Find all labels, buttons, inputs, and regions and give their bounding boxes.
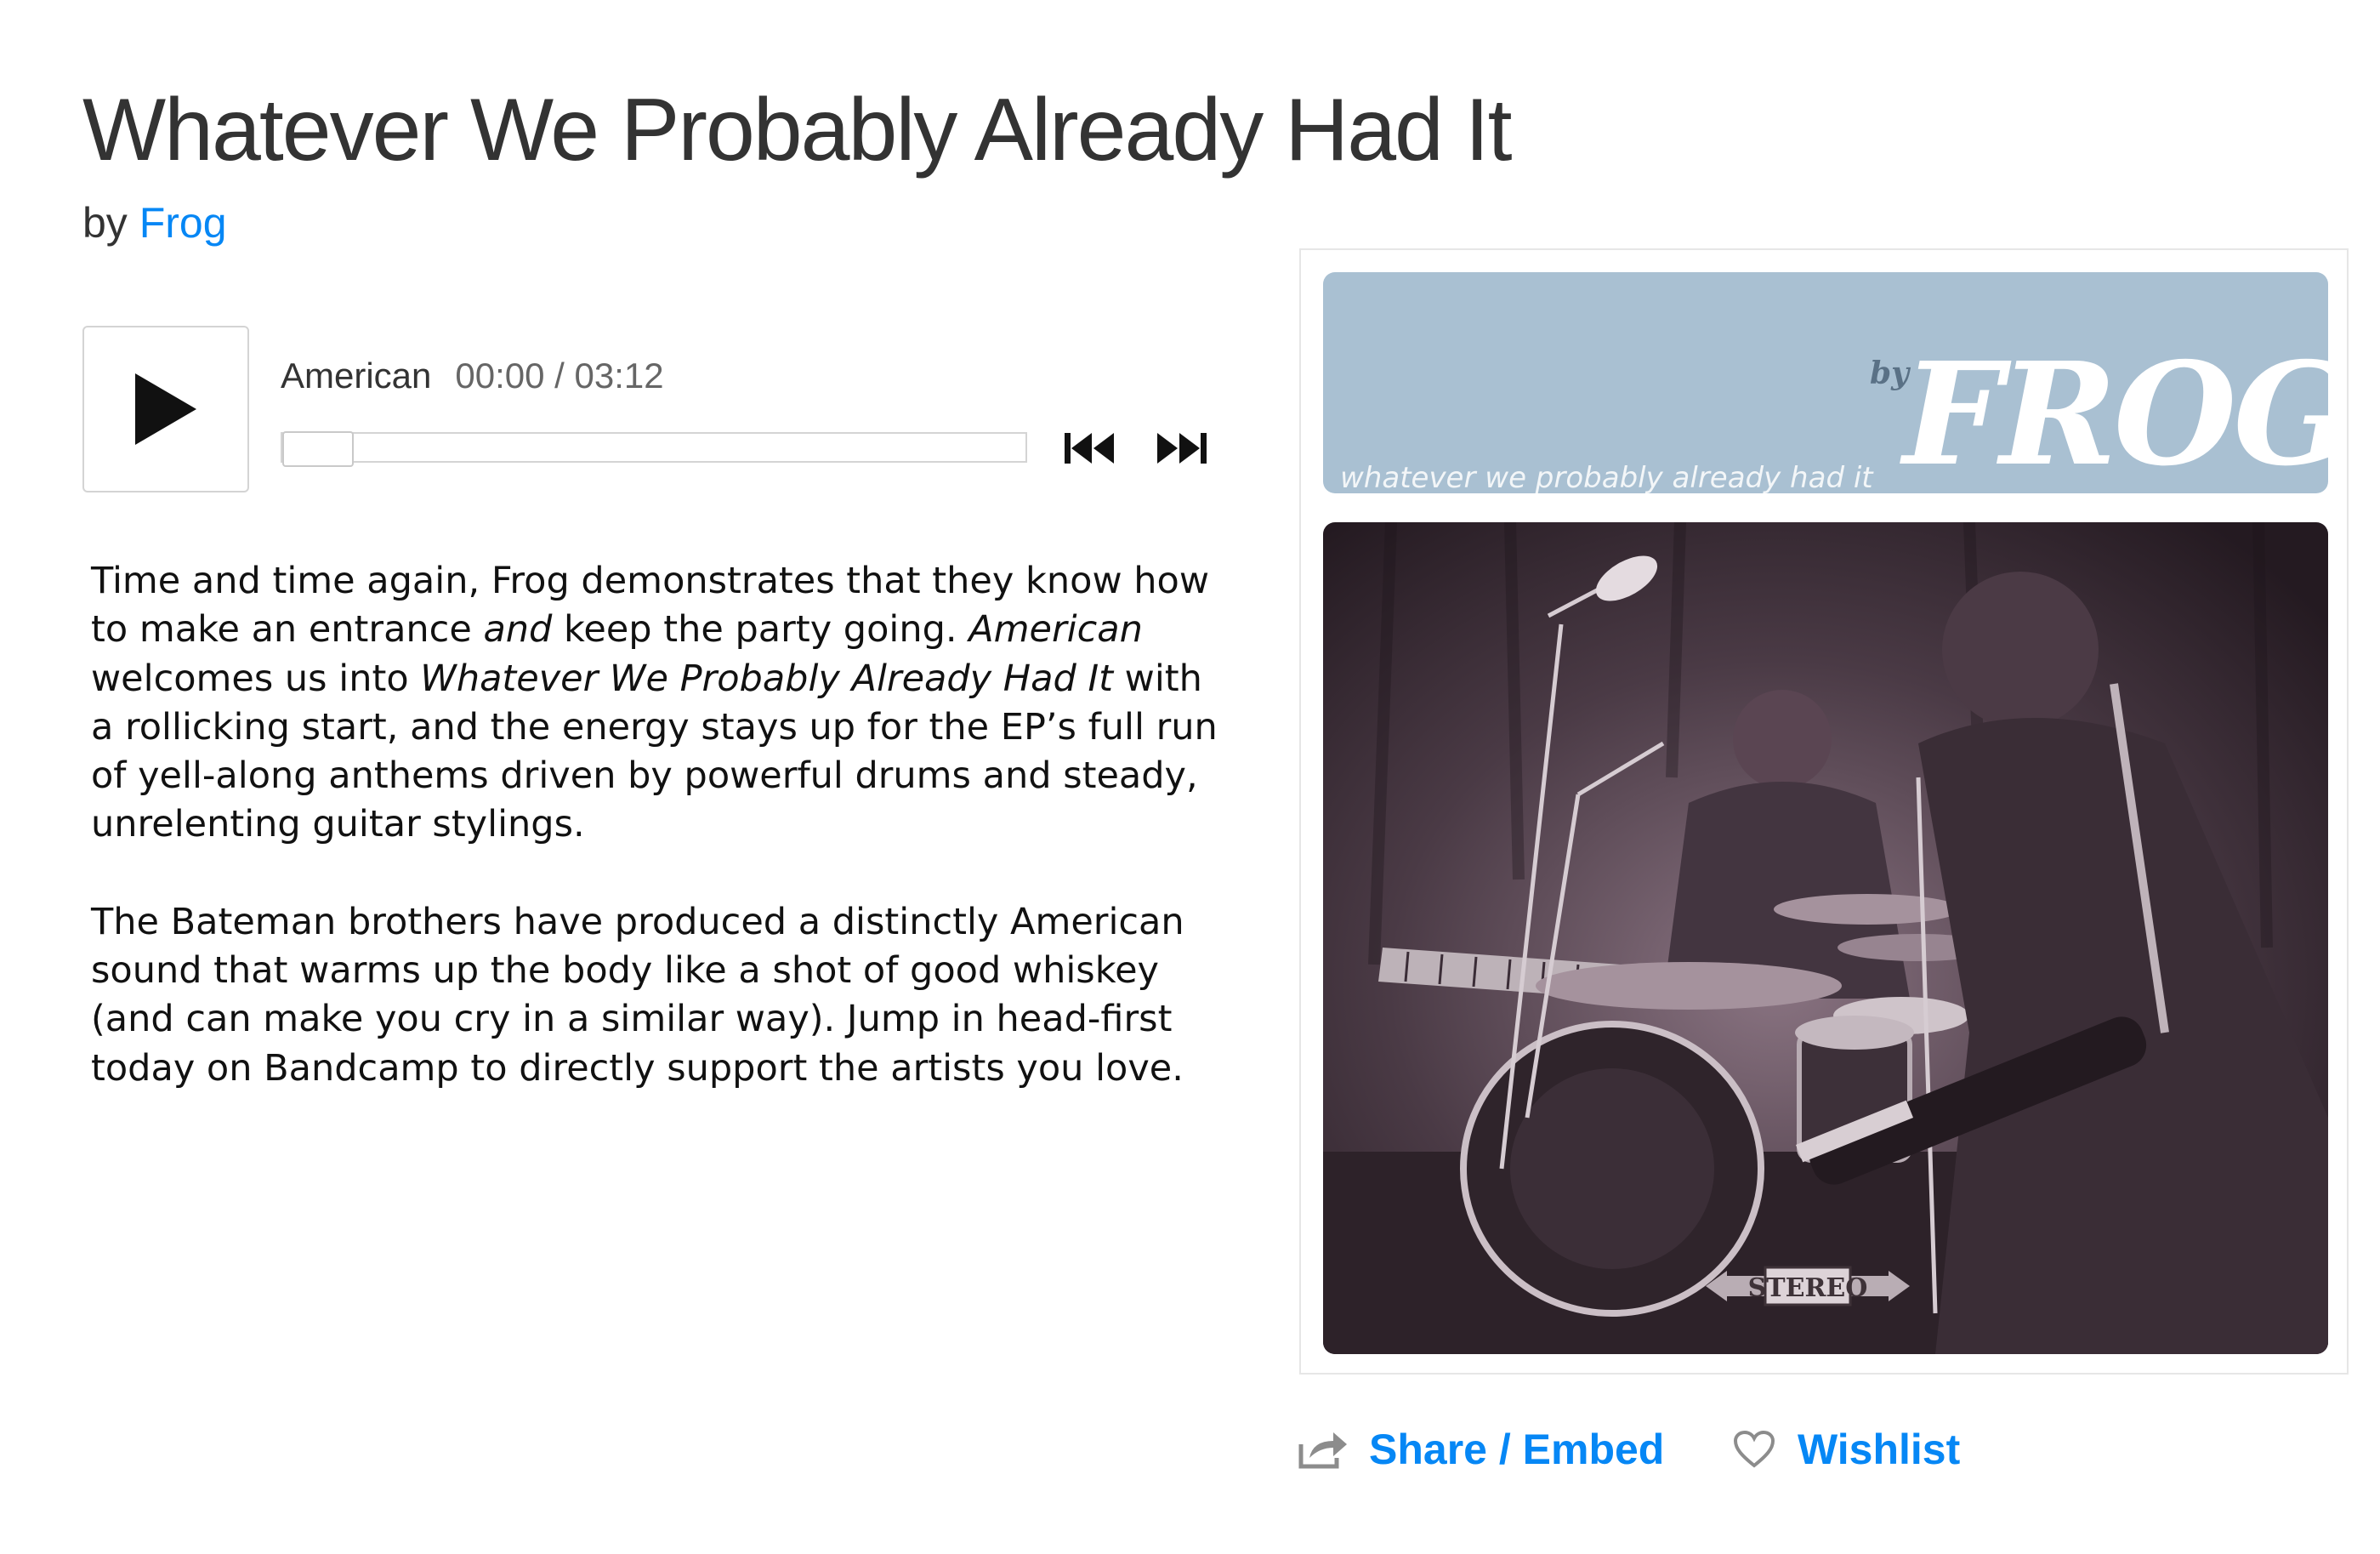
track-time: 00:00 / 03:12 [455,356,664,396]
next-track-button[interactable] [1154,430,1208,466]
album-art[interactable]: whatever we probably already had it by F… [1299,248,2349,1375]
cover-photo: STEREO [1323,522,2328,1354]
track-info: American 00:00 / 03:12 [281,352,664,400]
description-emphasis: Whatever We Probably Already Had It [420,657,1113,700]
band-photo-illustration: STEREO [1323,522,2328,1354]
share-embed-button[interactable]: Share / Embed [1298,1422,1664,1477]
description-paragraph-1: Time and time again, Frog demonstrates t… [91,560,1218,846]
stereo-label: STEREO [1748,1273,1868,1303]
artist-link[interactable]: Frog [139,199,227,247]
album-title: Whatever We Probably Already Had It [82,81,1513,179]
heart-outline-icon [1733,1430,1775,1469]
album-description: Time and time again, Frog demonstrates t… [91,557,1230,1093]
skip-next-icon [1157,433,1207,464]
skip-previous-icon [1065,433,1114,464]
current-track-title: American [281,356,432,396]
byline-prefix: by [82,199,128,247]
progress-thumb[interactable] [282,431,354,467]
cover-banner-subtitle: whatever we probably already had it [1340,461,1873,493]
cover-banner-band-name: FROG [1903,332,2328,493]
album-byline: by Frog [82,196,227,250]
description-paragraph-2: The Bateman brothers have produced a dis… [91,900,1184,1090]
wishlist-button[interactable]: Wishlist [1733,1422,1960,1477]
play-button[interactable] [82,326,249,492]
cover-banner: whatever we probably already had it by F… [1323,272,2328,493]
previous-track-button[interactable] [1063,430,1117,466]
play-icon [135,373,196,445]
description-emphasis: and [483,608,553,652]
wishlist-label: Wishlist [1798,1426,1961,1473]
progress-bar[interactable] [281,431,1027,467]
description-emphasis: American [968,608,1143,652]
share-arrow-icon [1298,1429,1349,1470]
share-embed-label: Share / Embed [1369,1426,1665,1473]
